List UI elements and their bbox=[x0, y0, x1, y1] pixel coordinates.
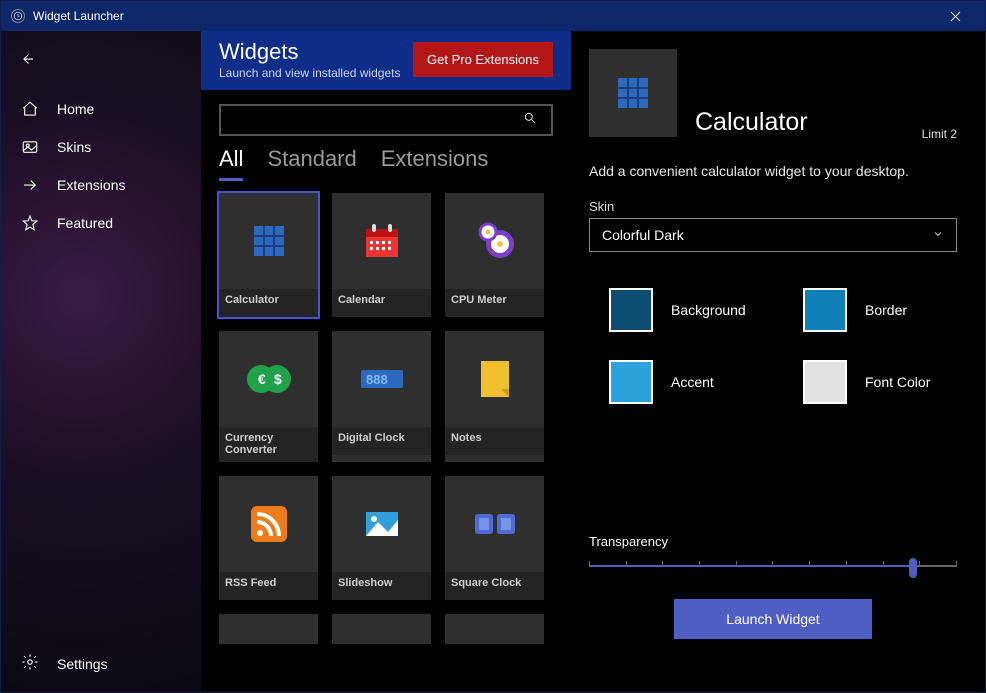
widget-card-label: Currency Converter bbox=[219, 427, 318, 462]
image-icon bbox=[21, 138, 39, 156]
sidebar-item-settings[interactable]: Settings bbox=[1, 641, 201, 692]
widget-card-label: CPU Meter bbox=[445, 289, 544, 317]
cpu-meter-icon bbox=[445, 193, 544, 289]
arrow-right-icon bbox=[21, 176, 39, 194]
widget-detail-panel: Calculator Limit 2 Add a convenient calc… bbox=[571, 31, 985, 692]
swatch-label: Font Color bbox=[865, 374, 930, 390]
swatch-color bbox=[609, 360, 653, 404]
widget-card-stub[interactable] bbox=[332, 614, 431, 644]
sidebar-item-featured[interactable]: Featured bbox=[1, 205, 201, 241]
calendar-icon bbox=[332, 193, 431, 289]
detail-limit: Limit 2 bbox=[922, 127, 957, 141]
tab-standard[interactable]: Standard bbox=[267, 146, 356, 178]
skin-select[interactable]: Colorful Dark bbox=[589, 218, 957, 252]
slideshow-icon bbox=[332, 476, 431, 572]
widget-card-calculator[interactable]: Calculator bbox=[219, 193, 318, 317]
currency-icon: €$ bbox=[219, 331, 318, 427]
detail-thumbnail bbox=[589, 49, 677, 137]
widget-card-label: Slideshow bbox=[332, 572, 431, 600]
widget-card-notes[interactable]: Notes bbox=[445, 331, 544, 462]
notes-icon bbox=[445, 331, 544, 427]
svg-text:€: € bbox=[258, 371, 266, 387]
sidebar-item-label: Extensions bbox=[57, 177, 125, 193]
digital-clock-icon: 888 bbox=[332, 331, 431, 427]
swatch-label: Background bbox=[671, 302, 746, 318]
widget-card-square-clock[interactable]: Square Clock bbox=[445, 476, 544, 600]
panel-header: Widgets Launch and view installed widget… bbox=[201, 31, 571, 90]
widget-card-label: Calculator bbox=[219, 289, 318, 317]
sidebar-item-label: Featured bbox=[57, 215, 113, 231]
square-clock-icon bbox=[445, 476, 544, 572]
page-subtitle: Launch and view installed widgets bbox=[219, 66, 413, 80]
star-icon bbox=[21, 214, 39, 232]
home-icon bbox=[21, 100, 39, 118]
swatch-label: Accent bbox=[671, 374, 714, 390]
tab-all[interactable]: All bbox=[219, 146, 243, 181]
chevron-down-icon bbox=[932, 227, 944, 243]
swatch-color bbox=[803, 360, 847, 404]
swatch-border[interactable]: Border bbox=[803, 288, 957, 332]
sidebar-item-label: Home bbox=[57, 101, 94, 117]
widget-card-label: Digital Clock bbox=[332, 427, 431, 455]
widget-card-currency-converter[interactable]: €$ Currency Converter bbox=[219, 331, 318, 462]
transparency-slider[interactable] bbox=[589, 555, 957, 579]
widget-card-label: Calendar bbox=[332, 289, 431, 317]
app-icon bbox=[11, 9, 25, 23]
swatch-background[interactable]: Background bbox=[609, 288, 763, 332]
widget-card-stub[interactable] bbox=[219, 614, 318, 644]
page-title: Widgets bbox=[219, 39, 413, 65]
sidebar: Home Skins Extensions bbox=[1, 31, 201, 692]
search-icon bbox=[523, 111, 537, 130]
tab-extensions[interactable]: Extensions bbox=[381, 146, 489, 178]
widget-card-digital-clock[interactable]: 888 Digital Clock bbox=[332, 331, 431, 462]
swatch-accent[interactable]: Accent bbox=[609, 360, 763, 404]
detail-title: Calculator bbox=[695, 108, 957, 137]
detail-description: Add a convenient calculator widget to yo… bbox=[589, 163, 957, 179]
widget-card-slideshow[interactable]: Slideshow bbox=[332, 476, 431, 600]
widget-card-rss-feed[interactable]: RSS Feed bbox=[219, 476, 318, 600]
swatch-label: Border bbox=[865, 302, 907, 318]
widget-card-label: Notes bbox=[445, 427, 544, 455]
swatch-font-color[interactable]: Font Color bbox=[803, 360, 957, 404]
sidebar-item-label: Settings bbox=[57, 656, 108, 672]
widget-card-calendar[interactable]: Calendar bbox=[332, 193, 431, 317]
gear-icon bbox=[21, 653, 39, 674]
widget-card-label: Square Clock bbox=[445, 572, 544, 600]
svg-text:$: $ bbox=[274, 371, 282, 387]
widget-card-cpu-meter[interactable]: CPU Meter bbox=[445, 193, 544, 317]
widget-card-label: RSS Feed bbox=[219, 572, 318, 600]
calculator-icon bbox=[219, 193, 318, 289]
window-title: Widget Launcher bbox=[33, 9, 124, 23]
close-button[interactable] bbox=[935, 1, 975, 31]
rss-icon bbox=[219, 476, 318, 572]
launch-widget-button[interactable]: Launch Widget bbox=[674, 599, 872, 639]
swatch-color bbox=[609, 288, 653, 332]
back-button[interactable] bbox=[7, 41, 47, 77]
widget-card-stub[interactable] bbox=[445, 614, 544, 644]
skin-field-label: Skin bbox=[589, 199, 957, 214]
get-pro-button[interactable]: Get Pro Extensions bbox=[413, 42, 553, 77]
widget-list-panel: Widgets Launch and view installed widget… bbox=[201, 31, 571, 692]
sidebar-item-skins[interactable]: Skins bbox=[1, 129, 201, 165]
sidebar-item-label: Skins bbox=[57, 139, 91, 155]
sidebar-item-extensions[interactable]: Extensions bbox=[1, 167, 201, 203]
sidebar-item-home[interactable]: Home bbox=[1, 91, 201, 127]
swatch-color bbox=[803, 288, 847, 332]
titlebar: Widget Launcher bbox=[1, 1, 985, 31]
search-input[interactable] bbox=[219, 104, 553, 136]
skin-select-value: Colorful Dark bbox=[602, 227, 684, 243]
transparency-label: Transparency bbox=[589, 534, 957, 549]
svg-text:888: 888 bbox=[366, 372, 388, 387]
